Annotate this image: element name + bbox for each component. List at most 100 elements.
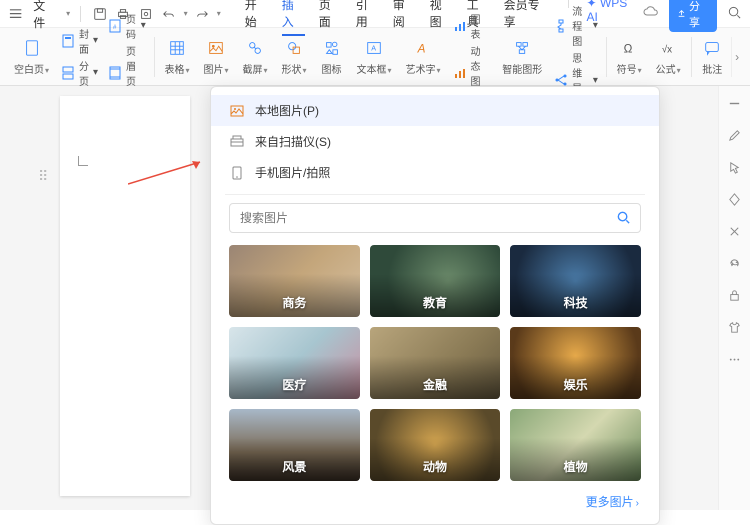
image-search [229, 203, 641, 233]
separator [691, 37, 692, 77]
phone-icon [229, 165, 245, 181]
pencil-icon[interactable] [726, 126, 744, 144]
page-number-button[interactable]: #页码▾ [108, 11, 146, 41]
lock-icon[interactable] [726, 286, 744, 304]
undo-chevron-icon[interactable]: ▾ [184, 9, 188, 18]
document-page[interactable] [60, 96, 190, 496]
page-number-icon: # [108, 19, 122, 33]
sidebar-right [718, 86, 750, 510]
image-search-input[interactable] [229, 203, 641, 233]
from-scanner-item[interactable]: 来自扫描仪(S) [211, 126, 659, 157]
document-area: 本地图片(P) 来自扫描仪(S) 手机图片/拍照 商务 教育 科技 医疗 金融 [0, 86, 718, 510]
refresh-icon[interactable] [726, 254, 744, 272]
category-plant[interactable]: 植物 [510, 409, 641, 481]
smart-shape-button[interactable]: 智能图形 [496, 35, 548, 78]
tshirt-icon[interactable] [726, 318, 744, 336]
redo-chevron-icon[interactable]: ▾ [217, 9, 221, 18]
phone-label: 手机图片/拍照 [255, 164, 330, 181]
symbol-button[interactable]: Ω 符号▾ [611, 35, 648, 78]
more-images-link[interactable]: 更多图片› [211, 481, 659, 510]
ribbon-more-button[interactable]: › [731, 37, 742, 77]
tab-start[interactable]: 开始 [245, 0, 268, 36]
chart-button[interactable]: 图表 [453, 11, 491, 41]
textbox-icon: A [363, 37, 385, 59]
svg-text:√x: √x [662, 44, 672, 56]
tab-review[interactable]: 审阅 [393, 0, 416, 36]
tab-member[interactable]: 会员专享 [504, 0, 550, 36]
svg-text:A: A [371, 44, 376, 53]
symbol-icon: Ω [618, 37, 640, 59]
picture-icon [205, 37, 227, 59]
cover-button[interactable]: 封面▾ [61, 26, 98, 56]
tools-icon[interactable] [726, 222, 744, 240]
flowchart-icon [554, 19, 568, 33]
separator [606, 37, 607, 77]
separator [154, 37, 155, 77]
dropdown-separator [225, 194, 645, 195]
comment-icon [701, 37, 723, 59]
flowchart-button[interactable]: 流程图▾ [554, 3, 598, 48]
divider [80, 6, 81, 22]
phone-photo-item[interactable]: 手机图片/拍照 [211, 157, 659, 188]
category-education[interactable]: 教育 [370, 245, 501, 317]
page-break-button[interactable]: 分页▾ [61, 58, 98, 88]
cover-pagebreak-stack: 封面▾ 分页▾ [57, 26, 102, 88]
comment-button[interactable]: 批注 [695, 35, 729, 78]
page-break-icon [61, 66, 75, 80]
cursor-icon[interactable] [726, 158, 744, 176]
category-medical[interactable]: 医疗 [229, 327, 360, 399]
minus-icon[interactable] [726, 94, 744, 112]
redo-icon[interactable] [194, 5, 211, 23]
blank-page-button[interactable]: 空白页▾ [8, 35, 55, 78]
file-menu-chevron-icon: ▾ [66, 9, 70, 18]
category-finance[interactable]: 金融 [370, 327, 501, 399]
shape-button[interactable]: 形状▾ [276, 35, 313, 78]
page-margin-indicator [78, 156, 88, 166]
tab-insert[interactable]: 插入 [282, 0, 305, 36]
tab-page[interactable]: 页面 [319, 0, 342, 36]
screenshot-button[interactable]: 截屏▾ [236, 35, 273, 78]
screenshot-icon [244, 37, 266, 59]
cloud-icon[interactable] [643, 4, 659, 23]
equation-button[interactable]: √x 公式▾ [650, 35, 687, 78]
tab-reference[interactable]: 引用 [356, 0, 379, 36]
category-animal[interactable]: 动物 [370, 409, 501, 481]
search-icon[interactable] [616, 210, 631, 228]
category-entertain[interactable]: 娱乐 [510, 327, 641, 399]
picture-button[interactable]: 图片▾ [197, 35, 234, 78]
local-image-item[interactable]: 本地图片(P) [211, 95, 659, 126]
workspace: 本地图片(P) 来自扫描仪(S) 手机图片/拍照 商务 教育 科技 医疗 金融 [0, 86, 750, 510]
search-icon[interactable] [727, 5, 742, 23]
category-tech[interactable]: 科技 [510, 245, 641, 317]
local-image-icon [229, 103, 245, 119]
smart-shape-icon [511, 37, 533, 59]
hamburger-icon[interactable] [8, 6, 23, 22]
chart-icon [453, 19, 467, 33]
local-image-label: 本地图片(P) [255, 102, 319, 119]
diamond-icon[interactable] [726, 190, 744, 208]
svg-text:Ω: Ω [624, 43, 633, 56]
cover-icon [61, 34, 75, 48]
table-icon [166, 37, 188, 59]
image-category-gallery: 商务 教育 科技 医疗 金融 娱乐 风景 动物 植物 [211, 245, 659, 481]
menubar-right: 分享 [643, 0, 742, 32]
category-business[interactable]: 商务 [229, 245, 360, 317]
wordart-icon: A [412, 37, 434, 59]
picture-dropdown: 本地图片(P) 来自扫描仪(S) 手机图片/拍照 商务 教育 科技 医疗 金融 [210, 86, 660, 525]
table-button[interactable]: 表格▾ [158, 35, 195, 78]
share-button[interactable]: 分享 [669, 0, 717, 32]
scanner-icon [229, 134, 245, 150]
wordart-button[interactable]: A 艺术字▾ [400, 35, 447, 78]
undo-icon[interactable] [160, 5, 177, 23]
category-landscape[interactable]: 风景 [229, 409, 360, 481]
ribbon: 空白页▾ 封面▾ 分页▾ #页码▾ 页眉页脚 表格▾ 图片▾ 截屏▾ 形状▾ 图… [0, 28, 750, 86]
file-menu[interactable]: 文件 [29, 0, 60, 33]
blank-page-icon [21, 37, 43, 59]
svg-text:A: A [417, 43, 426, 56]
drag-handle-icon[interactable] [38, 168, 50, 185]
icon-button[interactable]: 图标 [315, 35, 349, 78]
equation-icon: √x [657, 37, 679, 59]
svg-text:#: # [113, 25, 117, 31]
textbox-button[interactable]: A 文本框▾ [351, 35, 398, 78]
more-icon[interactable] [726, 350, 744, 368]
